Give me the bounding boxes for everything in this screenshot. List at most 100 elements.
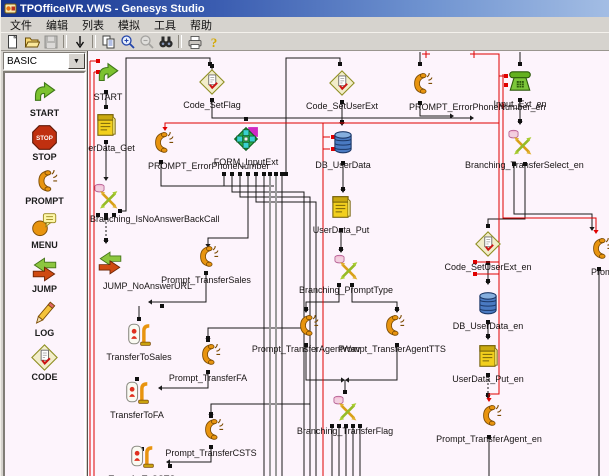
toolbar: ? (1, 32, 609, 51)
node-label: Branching_PromptType (291, 285, 401, 295)
palette-item-label: STOP (32, 152, 56, 162)
branch-icon (507, 129, 533, 155)
prompt-icon (379, 313, 405, 339)
tool-palette: START STOP STOP PROMPT MENU JUMP LOG CODE (3, 71, 86, 476)
palette-category-select[interactable]: BASIC ▼ (3, 52, 86, 70)
node-label: Prompt_TransferAgent_en (434, 434, 544, 444)
node-code-setuserext-en[interactable]: Code_SetUserExt_en (433, 231, 543, 272)
branch-icon (93, 183, 119, 209)
copy-icon[interactable] (99, 34, 118, 49)
main-content: BASIC ▼ START STOP STOP PROMPT MENU JUMP LOG CO… (1, 51, 609, 476)
node-prompt-transferagenttts[interactable]: Prompt_TransferAgentTTS (337, 313, 447, 354)
toolbar-separator (178, 35, 182, 48)
node-branching-isnoanswerbackcall[interactable]: Branching_IsNoAnswerBackCall (87, 183, 161, 224)
jump-icon (97, 250, 123, 276)
down-arrow-icon[interactable] (70, 34, 89, 49)
app-window: TPOfficeIVR.VWS - Genesys Studio 文件编辑列表模… (0, 0, 609, 476)
transfer-icon (129, 443, 155, 469)
node-label: Input_Ext_en (465, 99, 575, 109)
palette-item-stop[interactable]: STOP STOP (31, 124, 58, 162)
node-prompt-errorphonenumber-en[interactable]: PROMPT_ErrorPhoneNumber_en (365, 71, 475, 112)
toolbar-group-1 (70, 34, 89, 49)
node-prompt-transferfa[interactable]: Prompt_TransferFA (153, 342, 263, 383)
svg-text:STOP: STOP (36, 135, 53, 142)
code-icon (475, 231, 501, 257)
node-code-setflag[interactable]: Code_SetFlag (157, 69, 267, 110)
palette-item-label: CODE (31, 372, 57, 382)
node-label: PROMPT_ErrorPhoneNumber_en (365, 102, 475, 112)
prompt-icon (407, 71, 433, 97)
code-icon (199, 69, 225, 95)
menu-item-0[interactable]: 文件 (3, 17, 39, 33)
prompt-icon (148, 130, 174, 156)
window-title: TPOfficeIVR.VWS - Genesys Studio (20, 3, 205, 15)
stop-icon: STOP (31, 124, 58, 151)
node-label: DB_UserData (288, 160, 398, 170)
node-branching-prompttype[interactable]: Branching_PromptType (291, 254, 401, 295)
toolbar-group-2 (99, 34, 175, 49)
prompt-icon (195, 342, 221, 368)
start-icon (95, 61, 121, 87)
palette-item-log[interactable]: LOG (31, 300, 58, 338)
node-input-ext-en[interactable]: Input_Ext_en (465, 68, 575, 109)
open-file-icon[interactable] (22, 34, 41, 49)
transfer-icon (124, 379, 150, 405)
menu-item-1[interactable]: 编辑 (39, 17, 75, 33)
palette-category-value: BASIC (4, 56, 68, 67)
app-icon (4, 2, 17, 15)
menu-item-2[interactable]: 列表 (75, 17, 111, 33)
node-label: START (87, 92, 163, 102)
palette-item-jump[interactable]: JUMP (31, 256, 58, 294)
flow-canvas[interactable]: STARTCode_SetFlagUserData_GetPROMPT_Erro… (87, 51, 609, 476)
prompt-icon (476, 403, 502, 429)
palette-item-prompt[interactable]: PROMPT (25, 168, 64, 206)
menu-item-3[interactable]: 模拟 (111, 17, 147, 33)
node-label: Code_SetUserExt_en (433, 262, 543, 272)
prompt-icon (193, 244, 219, 270)
node-branching-transferselect-en[interactable]: Branching_TransferSelect_en (465, 129, 575, 170)
combo-dropdown-button[interactable]: ▼ (68, 53, 85, 69)
prompt-icon (31, 168, 58, 195)
palette-item-label: LOG (35, 328, 55, 338)
print-icon[interactable] (185, 34, 204, 49)
palette-item-menu[interactable]: MENU (31, 212, 58, 250)
node-label: FORM_InputExt (191, 157, 301, 167)
jump-icon (31, 256, 58, 283)
help-icon[interactable]: ? (204, 34, 223, 49)
form-icon (233, 126, 259, 152)
node-transfertocsts[interactable]: TransferToCSTS (87, 443, 197, 476)
title-bar[interactable]: TPOfficeIVR.VWS - Genesys Studio (1, 0, 609, 17)
node-branching-transferflag[interactable]: Branching_TransferFlag (290, 395, 400, 436)
node-prompt-transfersales[interactable]: Prompt_TransferSales (151, 244, 261, 285)
node-userdata-put-en[interactable]: UserData_Put_en (433, 343, 543, 384)
toolbar-group-0 (3, 34, 60, 49)
node-label: Branching_TransferFlag (290, 426, 400, 436)
node-form-inputext[interactable]: FORM_InputExt (191, 126, 301, 167)
node-db-userdata[interactable]: DB_UserData (288, 129, 398, 170)
node-label: UserData_Put_en (433, 374, 543, 384)
node-userdata-put[interactable]: UserData_Put (286, 194, 396, 235)
telephone-icon (507, 68, 533, 94)
save-icon[interactable] (41, 34, 60, 49)
palette-panel: BASIC ▼ START STOP STOP PROMPT MENU JUMP LOG CO… (1, 51, 87, 476)
node-transfertofa[interactable]: TransferToFA (87, 379, 192, 420)
palette-item-label: PROMPT (25, 196, 64, 206)
transfer-icon (126, 321, 152, 347)
code-icon (329, 70, 355, 96)
palette-item-code[interactable]: CODE (31, 344, 58, 382)
toolbar-group-3: ? (185, 34, 223, 49)
node-prompt-truncated[interactable]: Prompt_ (544, 236, 609, 277)
new-file-icon[interactable] (3, 34, 22, 49)
node-label: Code_SetFlag (157, 100, 267, 110)
palette-item-start[interactable]: START (30, 80, 59, 118)
palette-item-label: MENU (31, 240, 58, 250)
node-start[interactable]: START (87, 61, 163, 102)
menu-item-5[interactable]: 帮助 (183, 17, 219, 33)
zoom-out-icon[interactable] (137, 34, 156, 49)
menu-item-4[interactable]: 工具 (147, 17, 183, 33)
find-icon[interactable] (156, 34, 175, 49)
doc-icon (328, 194, 354, 220)
zoom-in-icon[interactable] (118, 34, 137, 49)
node-prompt-transferagent-en[interactable]: Prompt_TransferAgent_en (434, 403, 544, 444)
node-db-userdata-en[interactable]: DB_UserData_en (433, 290, 543, 331)
